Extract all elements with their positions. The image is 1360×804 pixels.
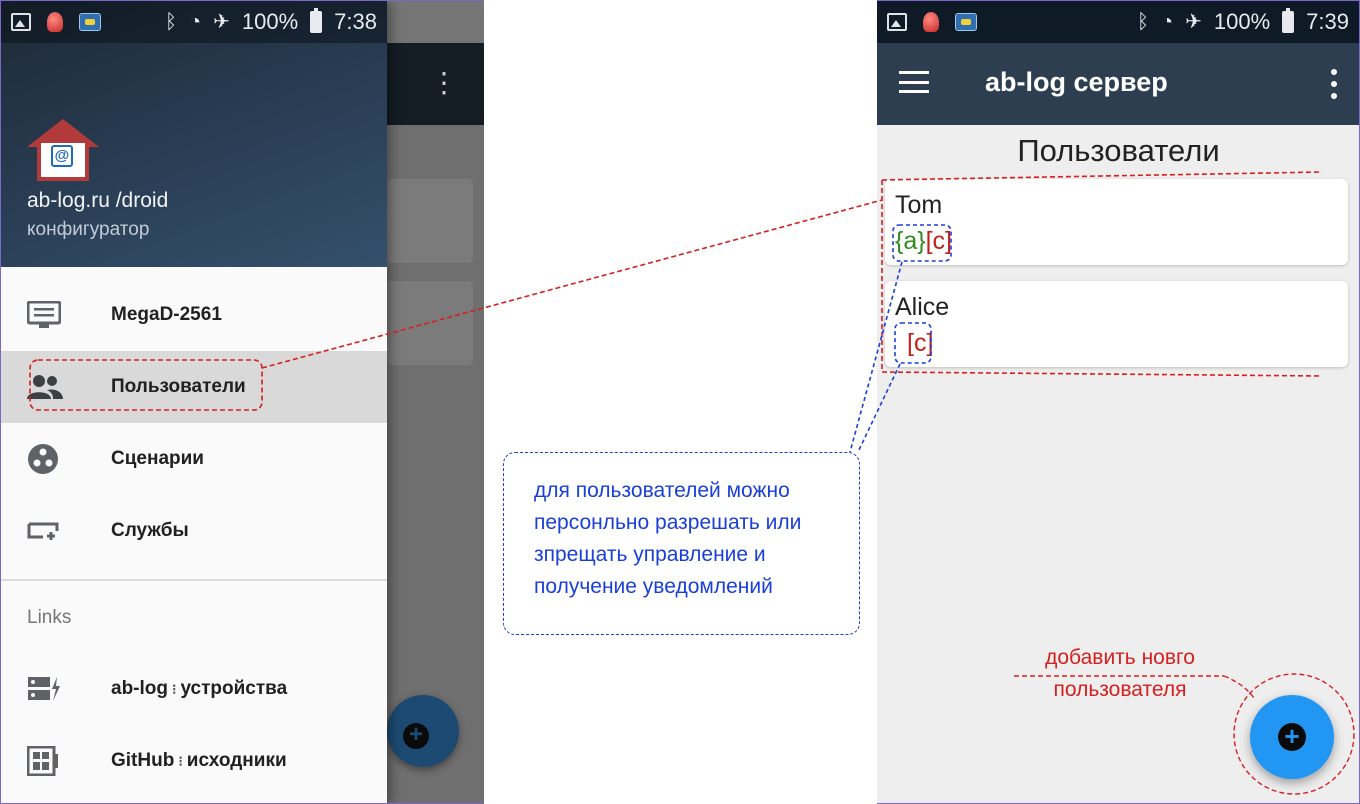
drawer-link-label: GitHub ⁝ исходники (111, 750, 287, 771)
battery-percent: 100% (241, 9, 299, 34)
add-user-button[interactable]: + (1250, 695, 1334, 779)
bluetooth-icon: ᛒ (165, 11, 178, 33)
drawer-item-label: Сценарии (111, 448, 204, 469)
background-card (387, 179, 473, 263)
drawer-link-devices[interactable]: ab-log ⁝ устройства (1, 653, 387, 725)
drawer-title: ab-log.ru /droid (27, 189, 169, 212)
plus-icon: + (1278, 723, 1306, 751)
services-icon (27, 522, 59, 540)
user-card-tom[interactable]: Tom {a}[c] (885, 179, 1348, 265)
user-permissions: {a}[c] (895, 227, 952, 256)
bulb-icon (47, 12, 63, 32)
ab-log-logo-icon: @ (27, 119, 99, 181)
left-phone-screen: ⋮ + ᛒ ◔ ✈ 100% 7:38 @ ab-log.ru /droid к… (0, 0, 484, 804)
drawer-item-label: Службы (111, 520, 189, 541)
wifi-icon: ◔ (1161, 11, 1174, 33)
user-permissions: [c] (907, 329, 933, 358)
drawer-item-users[interactable]: Пользователи (1, 351, 387, 423)
battery-icon (1282, 8, 1295, 33)
overflow-menu-icon[interactable] (1331, 69, 1337, 99)
battery-icon (310, 8, 323, 33)
drawer-item-label: MegaD-2561 (111, 304, 222, 325)
drawer-divider (1, 579, 387, 581)
users-icon (27, 375, 63, 399)
app-notification-icon (955, 13, 977, 31)
drawer-item-services[interactable]: Службы (1, 495, 387, 567)
bulb-icon (923, 12, 939, 32)
plus-icon: + (403, 723, 429, 749)
wifi-icon: ◔ (189, 11, 202, 33)
user-name: Alice (895, 293, 950, 321)
annotation-note-box: для пользователей можно персонльно разре… (503, 452, 860, 635)
gallery-icon (11, 13, 31, 31)
background-card (387, 281, 473, 365)
clock: 7:38 (334, 9, 377, 34)
fab-annotation-text: добавить новго пользователя (1045, 646, 1195, 701)
drawer-header: ᛒ ◔ ✈ 100% 7:38 @ ab-log.ru /droid конфи… (1, 1, 387, 267)
devices-icon (28, 677, 60, 701)
background-overflow-icon: ⋮ (430, 67, 458, 98)
perm-c: [c] (925, 227, 953, 255)
menu-icon[interactable] (899, 71, 929, 93)
annotation-note-text: для пользователей можно персонльно разре… (534, 479, 802, 598)
links-header: Links (27, 607, 72, 628)
perm-c: [c] (907, 329, 934, 357)
drawer-subtitle: конфигуратор (27, 219, 150, 240)
background-fab: + (387, 695, 459, 767)
airplane-icon: ✈ (213, 11, 230, 33)
github-icon (27, 746, 58, 776)
page-title: Пользователи (1017, 133, 1220, 168)
drawer-link-github[interactable]: GitHub ⁝ исходники (1, 725, 387, 797)
battery-percent: 100% (1213, 9, 1271, 34)
navigation-drawer: ᛒ ◔ ✈ 100% 7:38 @ ab-log.ru /droid конфи… (1, 1, 387, 803)
scenarios-icon (28, 444, 58, 474)
drawer-item-scenarios[interactable]: Сценарии (1, 423, 387, 495)
clock: 7:39 (1306, 9, 1349, 34)
status-bar: ᛒ ◔ ✈ 100% 7:39 (877, 1, 1359, 43)
user-card-alice[interactable]: Alice [c] (885, 281, 1348, 367)
user-name: Tom (895, 191, 943, 219)
bluetooth-icon: ᛒ (1137, 11, 1150, 33)
status-bar: ᛒ ◔ ✈ 100% 7:38 (1, 1, 387, 43)
airplane-icon: ✈ (1185, 11, 1202, 33)
drawer-link-label: ab-log ⁝ устройства (111, 678, 288, 699)
gallery-icon (887, 13, 907, 31)
app-toolbar: ab-log сервер (877, 43, 1359, 125)
drawer-item-megad[interactable]: MegaD-2561 (1, 279, 387, 351)
app-title: ab-log сервер (985, 67, 1168, 97)
perm-allowed: {a} (895, 227, 926, 255)
drawer-item-label: Пользователи (111, 376, 246, 397)
monitor-icon (27, 301, 61, 328)
app-notification-icon (79, 13, 101, 31)
